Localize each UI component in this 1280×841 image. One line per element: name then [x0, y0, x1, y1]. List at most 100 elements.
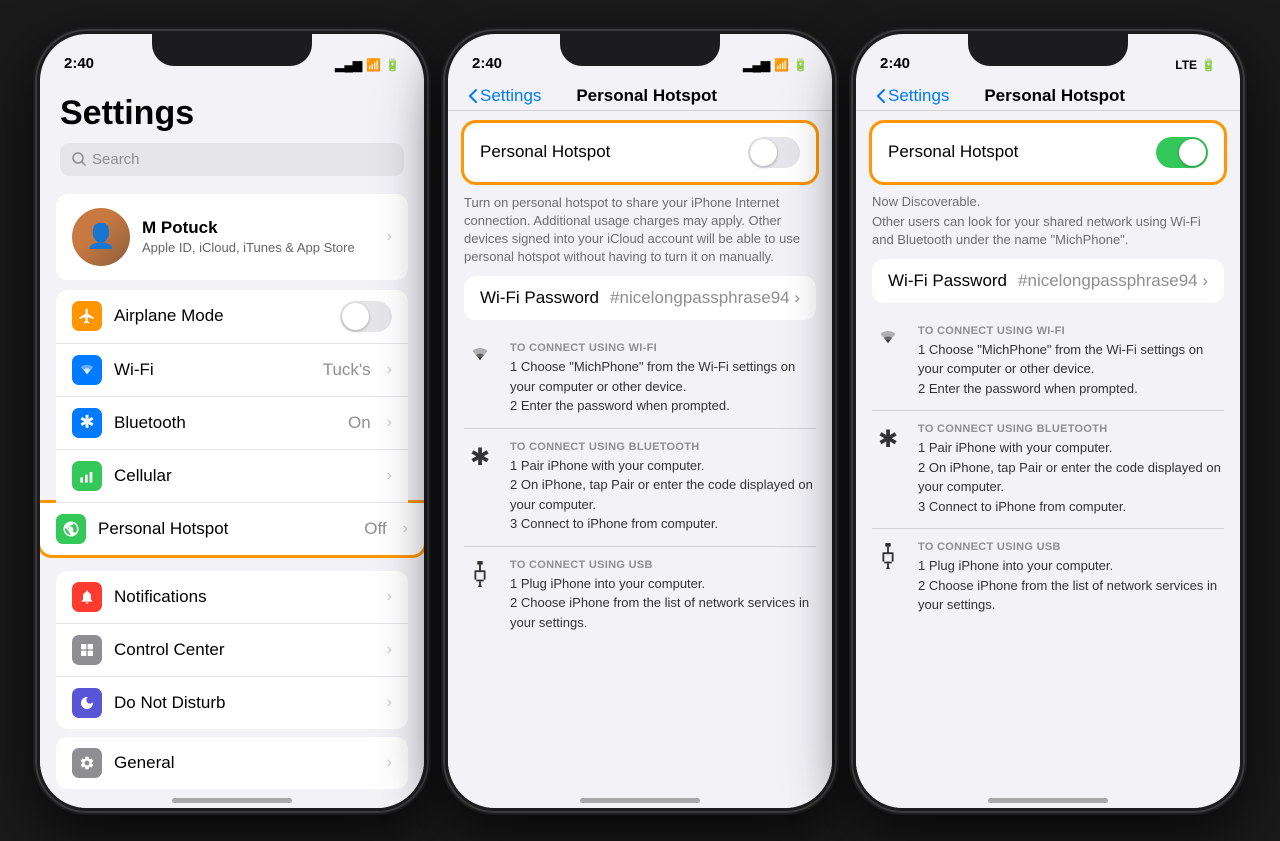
status-icons-2: ▂▄▆ 📶 🔋 [743, 58, 808, 72]
iphone-1: 2:40 ▂▄▆ 📶 🔋 Settings Search [37, 31, 427, 811]
hotspot-toggle-3[interactable] [1156, 137, 1208, 168]
settings-group-3: General › [56, 737, 408, 789]
wifi-chevron: › [387, 361, 392, 379]
lte-label: LTE [1175, 58, 1197, 72]
battery-icon-2: 🔋 [793, 58, 808, 72]
wifi-value: Tuck's [323, 360, 371, 380]
bluetooth-label: Bluetooth [114, 413, 336, 433]
back-button-3[interactable]: Settings [876, 86, 949, 106]
general-row[interactable]: General › [56, 737, 408, 789]
wifi-connect-svg-2 [468, 344, 492, 364]
iphone-3: 2:40 LTE 🔋 Settings Personal Hotspot [853, 31, 1243, 811]
bluetooth-chevron: › [387, 414, 392, 432]
cellular-icon [72, 461, 102, 491]
profile-name: M Potuck [142, 218, 375, 238]
search-icon [72, 152, 86, 166]
notch-3 [968, 34, 1128, 66]
now-discoverable: Now Discoverable. [872, 194, 1224, 209]
bluetooth-icon: ✱ [72, 408, 102, 438]
nav-title-2: Personal Hotspot [541, 86, 752, 106]
bt-connect-icon-2: ✱ [464, 441, 496, 472]
wifi-pw-label-3: Wi-Fi Password [888, 271, 1007, 291]
hotspot-svg [62, 520, 80, 538]
toggle-knob-2 [750, 139, 777, 166]
hotspot-toggle-2[interactable] [748, 137, 800, 168]
wifi-row[interactable]: Wi-Fi Tuck's › [56, 344, 408, 397]
battery-icon-3: 🔋 [1201, 58, 1216, 72]
bt-connect-title-3: TO CONNECT USING BLUETOOTH [918, 423, 1224, 435]
dnd-icon [72, 688, 102, 718]
iphone-2-screen: 2:40 ▂▄▆ 📶 🔋 Settings Personal Hotspot [448, 34, 832, 808]
control-center-row[interactable]: Control Center › [56, 624, 408, 677]
nav-bar-3: Settings Personal Hotspot [856, 78, 1240, 111]
cellular-chevron: › [387, 467, 392, 485]
usb-connect-3: TO CONNECT USING USB 1 Plug iPhone into … [872, 529, 1224, 627]
wifi-password-row-2[interactable]: Wi-Fi Password #nicelongpassphrase94 › [464, 276, 816, 320]
settings-screen: Settings Search 👤 M Potuck Apple ID, iCl… [40, 78, 424, 808]
usb-connect-2: TO CONNECT USING USB 1 Plug iPhone into … [464, 547, 816, 645]
back-button-2[interactable]: Settings [468, 86, 541, 106]
settings-title: Settings [60, 94, 404, 133]
hotspot-description-2: Turn on personal hotspot to share your i… [464, 194, 816, 267]
personal-hotspot-row[interactable]: Personal Hotspot Off › [40, 503, 424, 555]
dnd-row[interactable]: Do Not Disturb › [56, 677, 408, 729]
status-time-3: 2:40 [880, 55, 910, 72]
connect-instructions-3: TO CONNECT USING WI-FI 1 Choose "MichPho… [872, 313, 1224, 627]
hotspot-chevron: › [403, 520, 408, 538]
search-bar[interactable]: Search [60, 143, 404, 176]
airplane-mode-row[interactable]: Airplane Mode [56, 290, 408, 344]
nav-title-3: Personal Hotspot [949, 86, 1160, 106]
status-time-1: 2:40 [64, 55, 94, 72]
hotspot-toggle-label-2: Personal Hotspot [480, 142, 610, 162]
airplane-toggle[interactable] [340, 301, 392, 332]
bt-connect-icon-3: ✱ [872, 423, 904, 454]
wifi-svg [78, 363, 96, 377]
cellular-label: Cellular [114, 466, 375, 486]
control-center-icon [72, 635, 102, 665]
notch-1 [152, 34, 312, 66]
hotspot-toggle-row-2[interactable]: Personal Hotspot [464, 123, 816, 182]
hotspot-value-1: Off [364, 519, 386, 539]
toggle-knob-3 [1179, 139, 1206, 166]
notifications-label: Notifications [114, 587, 375, 607]
iphone-3-screen: 2:40 LTE 🔋 Settings Personal Hotspot [856, 34, 1240, 808]
connect-instructions-2: TO CONNECT USING WI-FI 1 Choose "MichPho… [464, 330, 816, 644]
usb-connect-title-2: TO CONNECT USING USB [510, 559, 816, 571]
signal-icon-2: ▂▄▆ [743, 58, 770, 72]
back-label-2: Settings [480, 86, 541, 106]
cellular-svg [79, 468, 95, 484]
moon-svg [79, 695, 95, 711]
signal-icon: ▂▄▆ [335, 58, 362, 72]
avatar: 👤 [72, 208, 130, 266]
usb-connect-steps-2: 1 Plug iPhone into your computer.2 Choos… [510, 574, 816, 633]
airplane-svg [78, 307, 96, 325]
wifi-pw-label-2: Wi-Fi Password [480, 288, 599, 308]
battery-icon: 🔋 [385, 58, 400, 72]
notch-2 [560, 34, 720, 66]
wifi-connect-steps-2: 1 Choose "MichPhone" from the Wi-Fi sett… [510, 357, 816, 416]
notifications-row[interactable]: Notifications › [56, 571, 408, 624]
usb-connect-text-2: TO CONNECT USING USB 1 Plug iPhone into … [510, 559, 816, 633]
wifi-connect-icon-2 [464, 342, 496, 364]
status-icons-1: ▂▄▆ 📶 🔋 [335, 58, 400, 72]
usb-connect-title-3: TO CONNECT USING USB [918, 541, 1224, 553]
discoverable-desc: Other users can look for your shared net… [872, 213, 1224, 249]
general-chevron: › [387, 754, 392, 772]
chevron-icon: › [387, 228, 392, 246]
wifi-password-row-3[interactable]: Wi-Fi Password #nicelongpassphrase94 › [872, 259, 1224, 303]
gear-svg [79, 755, 95, 771]
profile-subtitle: Apple ID, iCloud, iTunes & App Store [142, 240, 375, 255]
usb-svg-3 [878, 543, 898, 569]
bluetooth-row[interactable]: ✱ Bluetooth On › [56, 397, 408, 450]
cellular-row[interactable]: Cellular › [56, 450, 408, 503]
nav-bar-2: Settings Personal Hotspot [448, 78, 832, 111]
usb-connect-icon-3 [872, 541, 904, 569]
bt-connect-text-3: TO CONNECT USING BLUETOOTH 1 Pair iPhone… [918, 423, 1224, 516]
wifi-connect-text-3: TO CONNECT USING WI-FI 1 Choose "MichPho… [918, 325, 1224, 399]
profile-row[interactable]: 👤 M Potuck Apple ID, iCloud, iTunes & Ap… [56, 194, 408, 280]
wifi-pw-value-2: #nicelongpassphrase94 › [610, 288, 800, 308]
wifi-connect-title-3: TO CONNECT USING WI-FI [918, 325, 1224, 337]
hotspot-toggle-row-3[interactable]: Personal Hotspot [872, 123, 1224, 182]
settings-header: Settings Search [40, 78, 424, 184]
bt-connect-3: ✱ TO CONNECT USING BLUETOOTH 1 Pair iPho… [872, 411, 1224, 529]
